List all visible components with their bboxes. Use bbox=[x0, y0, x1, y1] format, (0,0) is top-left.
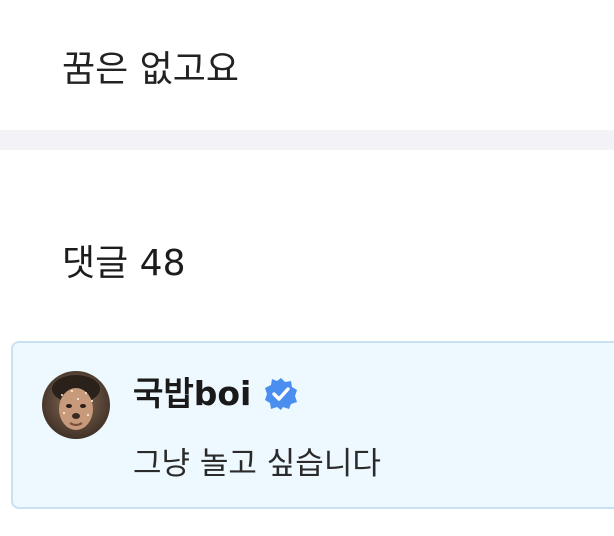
comment-text: 그냥 놀고 싶습니다 bbox=[133, 446, 381, 482]
post-text: 꿈은 없고요 bbox=[62, 49, 240, 90]
comment-item[interactable]: 국밥boi 그냥 놀고 싶습니다 bbox=[11, 341, 614, 509]
post-body: 꿈은 없고요 bbox=[0, 0, 614, 130]
verified-badge-icon bbox=[263, 376, 299, 412]
user-avatar-icon bbox=[42, 371, 110, 439]
avatar[interactable] bbox=[42, 371, 110, 439]
section-divider bbox=[0, 130, 614, 150]
comments-header: 댓글 48 bbox=[62, 243, 186, 284]
comment-author-name[interactable]: 국밥boi bbox=[133, 369, 251, 419]
comment-author-row: 국밥boi bbox=[133, 369, 299, 419]
